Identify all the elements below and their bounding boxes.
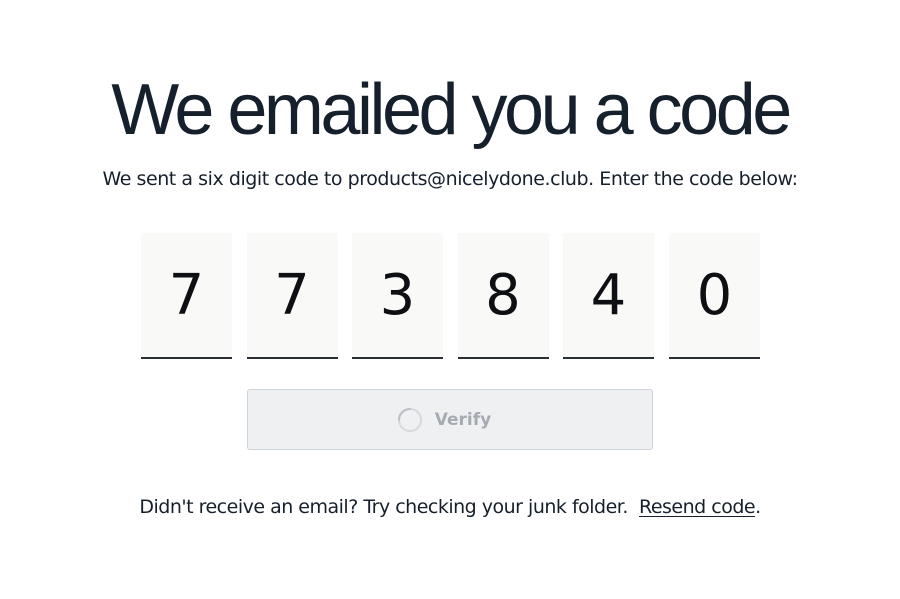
page-subtitle: We sent a six digit code to products@nic… bbox=[102, 168, 798, 190]
resend-code-link[interactable]: Resend code bbox=[639, 496, 756, 518]
resend-note-suffix: . bbox=[755, 496, 761, 518]
verify-button[interactable]: Verify bbox=[247, 389, 653, 450]
page-title: We emailed you a code bbox=[111, 70, 792, 150]
resend-note-text: Didn't receive an email? Try checking yo… bbox=[139, 496, 628, 518]
code-digit-input-4[interactable]: 8 bbox=[457, 233, 549, 359]
resend-note: Didn't receive an email? Try checking yo… bbox=[0, 494, 900, 520]
spinner-icon bbox=[397, 407, 422, 432]
verify-button-label: Verify bbox=[434, 409, 492, 430]
code-digit-input-5[interactable]: 4 bbox=[563, 233, 654, 359]
code-digit-input-3[interactable]: 3 bbox=[352, 233, 443, 359]
code-digit-input-1[interactable]: 7 bbox=[141, 233, 232, 359]
code-input-group: 7 7 3 8 4 0 bbox=[141, 233, 761, 359]
code-digit-input-6[interactable]: 0 bbox=[669, 233, 760, 359]
code-digit-input-2[interactable]: 7 bbox=[246, 233, 338, 359]
